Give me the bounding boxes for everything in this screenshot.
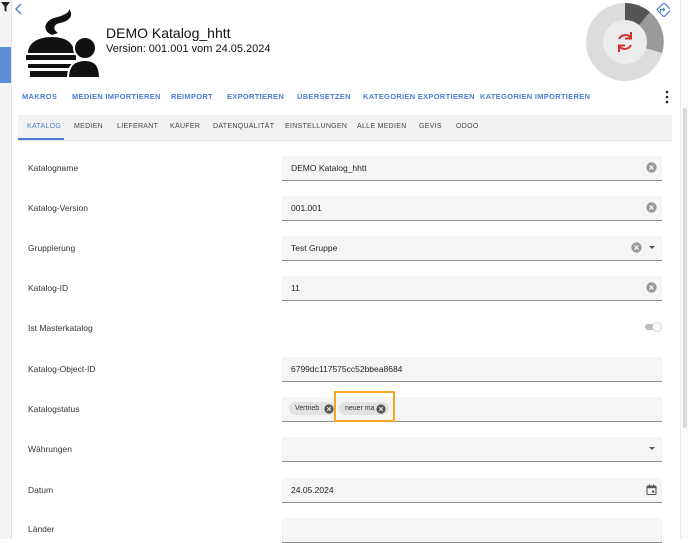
- katalog-object-id-label: Katalog-Object-ID: [28, 364, 96, 374]
- datum-value: 24.05.2024: [291, 485, 334, 495]
- waehrungen-select[interactable]: [282, 437, 662, 462]
- katalog-version-value: 001.001: [291, 203, 322, 213]
- medien-importieren-button[interactable]: MEDIEN IMPORTIEREN: [72, 92, 161, 101]
- chip-label: Vertrieb: [295, 405, 320, 412]
- katalog-version-label: Katalog-Version: [28, 203, 89, 213]
- gruppierung-select[interactable]: Test Gruppe: [282, 236, 662, 261]
- clear-icon[interactable]: [646, 162, 657, 173]
- filter-icon[interactable]: [1, 2, 10, 12]
- ist-masterkatalog-toggle[interactable]: [644, 322, 662, 332]
- katalog-version-field[interactable]: 001.001: [282, 196, 662, 221]
- clear-icon[interactable]: [646, 282, 657, 293]
- page-title: DEMO Katalog_hhtt: [106, 25, 231, 41]
- version-info: Version: 001.001 vom 24.05.2024: [106, 43, 271, 55]
- tab-katalog[interactable]: KATALOG: [27, 123, 61, 130]
- katalog-id-value: 11: [291, 283, 300, 293]
- left-rail-accent[interactable]: [0, 47, 11, 83]
- calendar-icon[interactable]: [646, 484, 657, 495]
- reimport-button[interactable]: REIMPORT: [171, 92, 213, 101]
- waehrungen-label: Währungen: [28, 444, 72, 454]
- clear-icon[interactable]: [646, 202, 657, 213]
- katalog-object-id-field[interactable]: 6799dc117575cc52bbea8684: [282, 357, 662, 382]
- clear-icon[interactable]: [631, 242, 642, 253]
- tab-datenqualitaet[interactable]: DATENQUALITÄT: [213, 123, 274, 130]
- kategorien-importieren-button[interactable]: KATEGORIEN IMPORTIEREN: [480, 92, 590, 101]
- tab-alle-medien[interactable]: ALLE MEDIEN: [357, 123, 407, 130]
- kebab-menu-icon[interactable]: [664, 90, 670, 104]
- katalog-id-field[interactable]: 11: [282, 276, 662, 301]
- progress-gauge: [586, 3, 664, 81]
- scrollbar[interactable]: [680, 0, 688, 539]
- katalogstatus-label: Katalogstatus: [28, 404, 80, 414]
- katalog-id-label: Katalog-ID: [28, 283, 69, 293]
- katalogname-label: Katalogname: [28, 163, 79, 173]
- katalogname-field[interactable]: DEMO Katalog_hhtt: [282, 156, 662, 181]
- ist-masterkatalog-label: Ist Masterkatalog: [28, 323, 93, 333]
- back-arrow-icon[interactable]: [14, 3, 24, 15]
- uebersetzen-button[interactable]: ÜBERSETZEN: [297, 92, 351, 101]
- katalog-object-id-value: 6799dc117575cc52bbea8684: [291, 364, 403, 374]
- datum-field[interactable]: 24.05.2024: [282, 478, 662, 503]
- highlight-box: [334, 391, 395, 422]
- makros-button[interactable]: MAKROS: [22, 92, 57, 101]
- dropdown-arrow-icon[interactable]: [649, 446, 655, 451]
- kategorien-exportieren-button[interactable]: KATEGORIEN EXPORTIEREN: [363, 92, 475, 101]
- tab-gevis[interactable]: GEVIS: [419, 123, 442, 130]
- katalogname-value: DEMO Katalog_hhtt: [291, 163, 367, 173]
- dropdown-arrow-icon[interactable]: [649, 245, 655, 250]
- tab-einstellungen[interactable]: EINSTELLUNGEN: [285, 123, 347, 130]
- tab-odoo[interactable]: ODOO: [456, 123, 479, 130]
- laender-label: Länder: [28, 524, 55, 534]
- laender-field[interactable]: [282, 518, 662, 543]
- exportieren-button[interactable]: EXPORTIEREN: [227, 92, 284, 101]
- chip-remove-icon[interactable]: [324, 403, 334, 414]
- scrollbar-thumb[interactable]: [683, 108, 687, 428]
- active-tab-indicator: [18, 138, 64, 140]
- catalog-logo-icon: [26, 9, 100, 78]
- tab-medien[interactable]: MEDIEN: [74, 123, 103, 130]
- tab-lieferant[interactable]: LIEFERANT: [117, 123, 158, 130]
- datum-label: Datum: [28, 485, 54, 495]
- tab-bar: KATALOG MEDIEN LIEFERANT KÄUFER DATENQUA…: [18, 115, 672, 141]
- gruppierung-label: Gruppierung: [28, 243, 76, 253]
- tab-kaeufer[interactable]: KÄUFER: [170, 123, 200, 130]
- status-chip-vertrieb[interactable]: Vertrieb: [289, 402, 336, 415]
- left-rail: [0, 0, 12, 539]
- gruppierung-value: Test Gruppe: [291, 243, 338, 253]
